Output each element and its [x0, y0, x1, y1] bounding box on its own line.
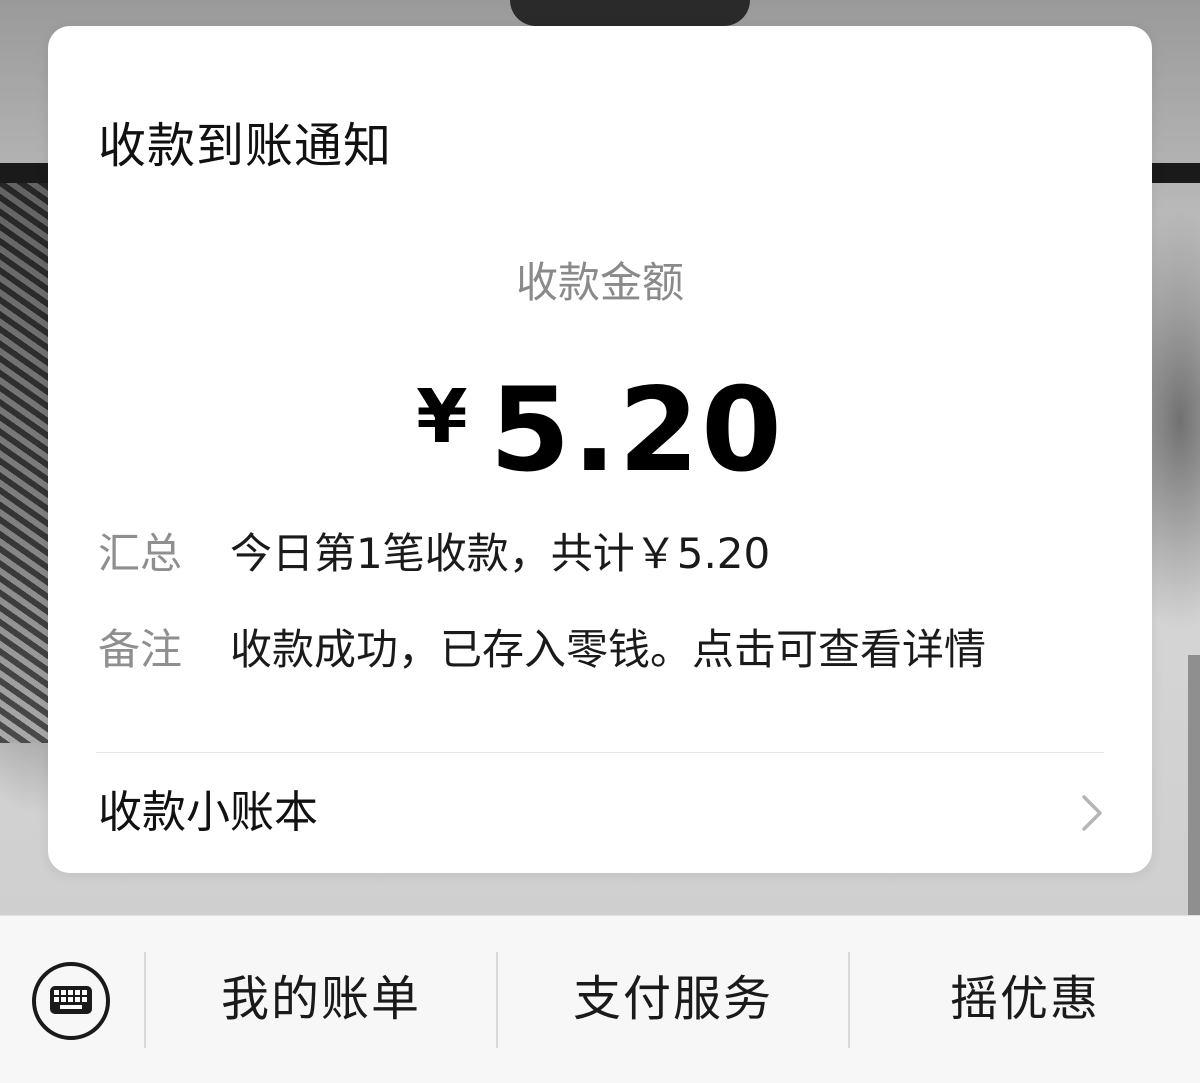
keyboard-icon[interactable] [30, 960, 112, 1042]
chat-screen: 收款到账通知 收款金额 ¥5.20 汇总 今日第1笔收款，共计￥5.20 备注 收款… [0, 0, 1200, 1083]
payment-notification-card[interactable]: 收款到账通知 收款金额 ¥5.20 汇总 今日第1笔收款，共计￥5.20 备注 收款… [48, 26, 1152, 873]
summary-value: 今日第1笔收款，共计￥5.20 [230, 529, 771, 578]
remark-key: 备注 [98, 625, 183, 674]
ledger-link-label: 收款小账本 [98, 787, 318, 838]
amount-display: ¥5.20 [48, 366, 1152, 496]
background-photo-edge [1188, 655, 1200, 915]
remark-row: 备注 收款成功，已存入零钱。点击可查看详情 [98, 622, 986, 678]
menu-item-payment-services[interactable]: 支付服务 [498, 956, 848, 1042]
summary-key: 汇总 [98, 529, 183, 578]
chevron-right-icon [1082, 795, 1102, 831]
bottom-menu-bar: 我的账单 支付服务 摇优惠 [0, 915, 1200, 1083]
amount-label: 收款金额 [515, 258, 684, 307]
notification-title: 收款到账通知 [98, 118, 393, 174]
summary-row: 汇总 今日第1笔收款，共计￥5.20 [98, 526, 770, 582]
background-photo-shape [510, 0, 750, 26]
background-photo-band [1152, 163, 1200, 183]
amount-value: 5.20 [489, 363, 784, 498]
background-photo-band [0, 163, 48, 183]
remark-value: 收款成功，已存入零钱。点击可查看详情 [230, 625, 987, 674]
menu-item-shake-offers[interactable]: 摇优惠 [850, 956, 1200, 1042]
menu-item-my-bills[interactable]: 我的账单 [146, 956, 496, 1042]
currency-symbol: ¥ [416, 374, 468, 460]
ledger-link[interactable]: 收款小账本 [48, 753, 1152, 873]
background-photo-tree [0, 183, 48, 743]
